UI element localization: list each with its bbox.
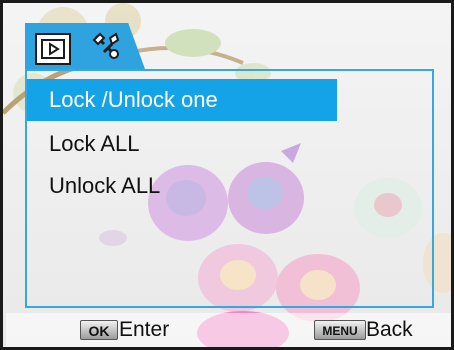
menu-panel: Lock /Unlock one Lock ALL Unlock ALL	[25, 69, 434, 308]
menu-item-unlock-all[interactable]: Unlock ALL	[27, 165, 337, 207]
camera-screen: Lock /Unlock one Lock ALL Unlock ALL OK …	[0, 0, 454, 350]
ok-button-badge: OK	[80, 320, 118, 340]
menu-item-lock-all[interactable]: Lock ALL	[27, 123, 337, 165]
enter-hint-label: Enter	[119, 318, 170, 341]
tab-playback[interactable]	[35, 33, 71, 65]
setup-wrench-icon	[92, 32, 120, 59]
footer-hints: OK Enter MENU Back	[6, 313, 451, 347]
tab-setup[interactable]	[89, 29, 123, 63]
back-hint-label: Back	[366, 318, 413, 341]
playback-icon	[41, 39, 65, 59]
menu-item-label: Lock ALL	[49, 131, 140, 156]
menu-tabs	[25, 23, 145, 71]
menu-item-lock-unlock-one[interactable]: Lock /Unlock one	[27, 79, 337, 121]
menu-item-label: Unlock ALL	[49, 173, 161, 198]
menu-button-badge: MENU	[314, 320, 366, 340]
menu-item-label: Lock /Unlock one	[49, 87, 218, 112]
